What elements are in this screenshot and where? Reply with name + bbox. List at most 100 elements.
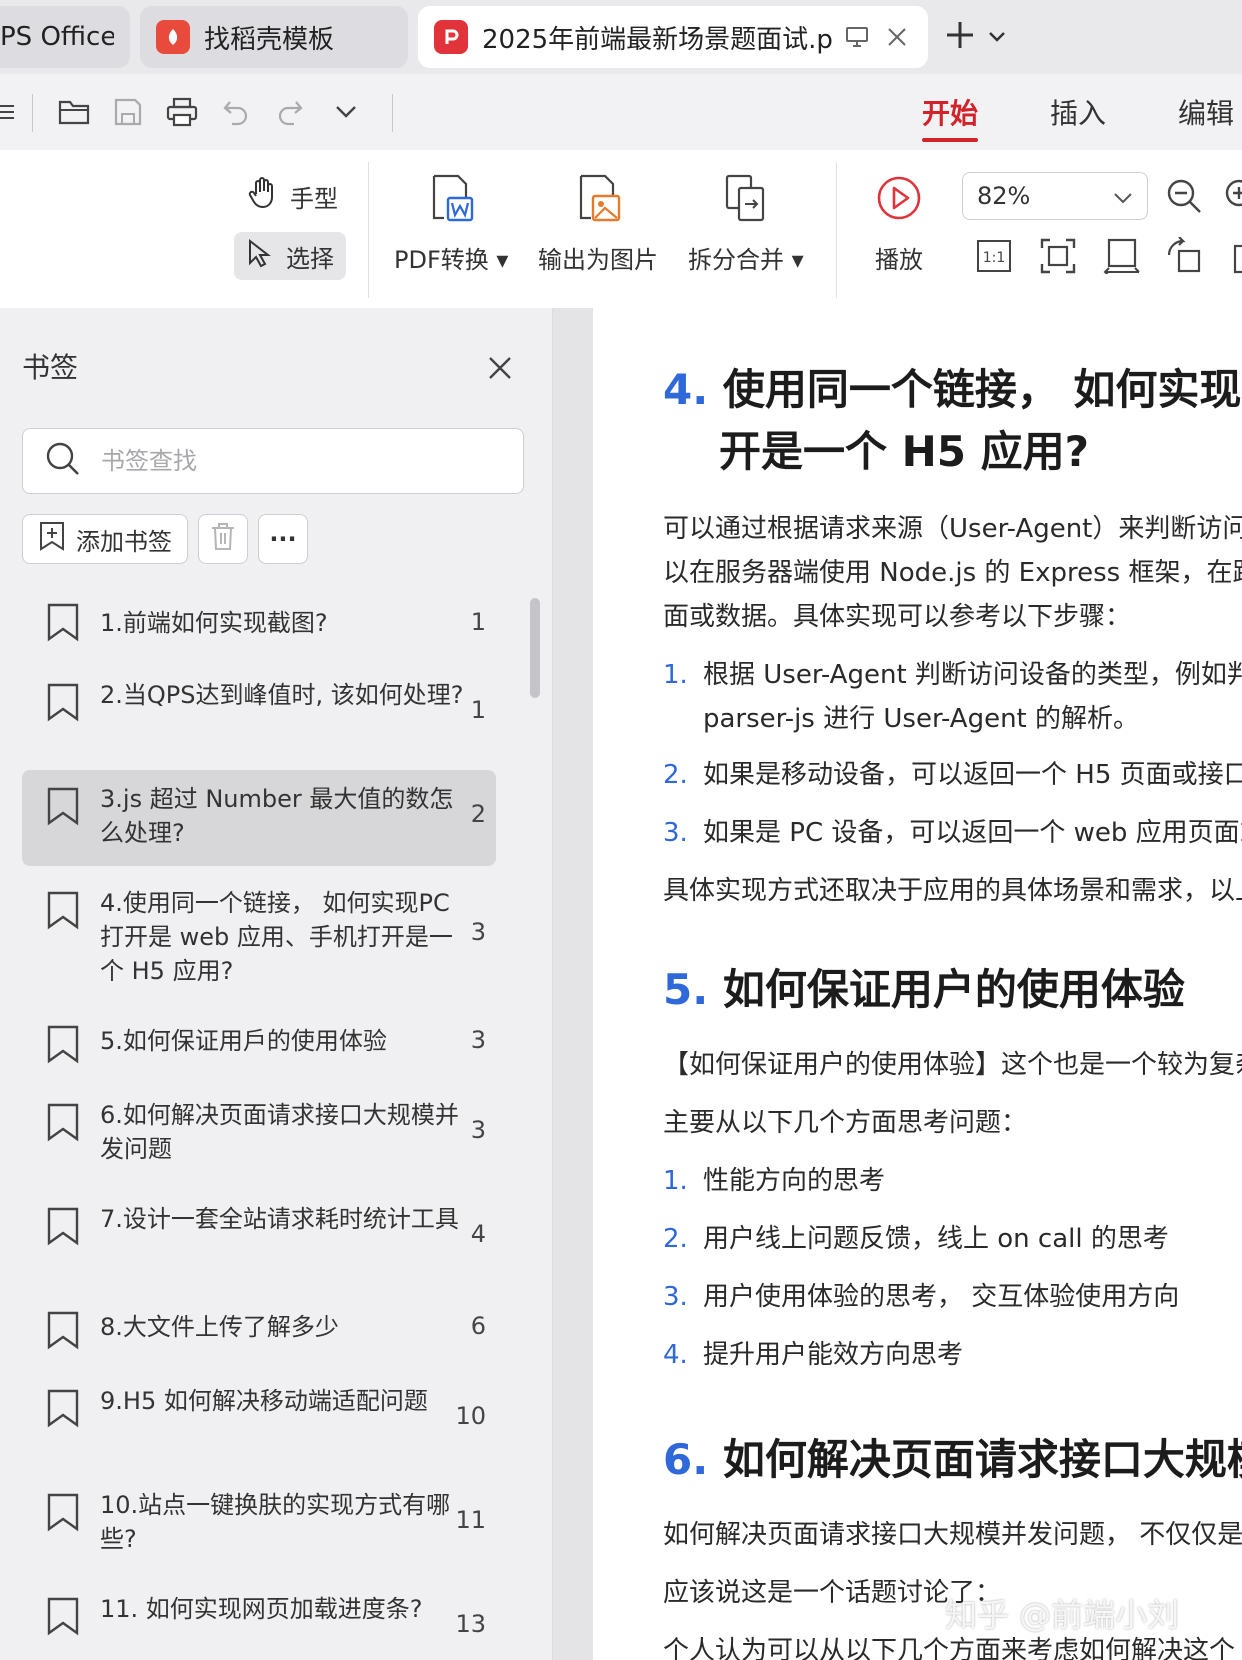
hand-icon xyxy=(246,176,280,216)
bookmark-item[interactable]: 9.H5 如何解决移动端适配问题 10 xyxy=(22,1372,496,1468)
delete-bookmark-button[interactable] xyxy=(198,514,248,564)
bookmark-label: 7.设计一套全站请求耗时统计工具 xyxy=(100,1205,459,1233)
pdf-page: 4. 使用同一个链接， 如何实现PC 打 开是一个 H5 应用? 可以通过根据请… xyxy=(593,308,1242,1660)
tab-label: PS Office xyxy=(0,22,114,52)
bookmark-item[interactable]: 5.如何保证用戶的使用体验 3 xyxy=(22,1008,496,1078)
split-merge-label: 拆分合并 ▾ xyxy=(688,246,804,274)
ribbon-toolbar: 手型 选择 PDF转换 ▾ 输出为图片 拆分合并 ▾ 播放 82% 1:1 xyxy=(0,150,1242,309)
bookmark-page: 10 xyxy=(455,1402,486,1430)
close-tab-icon[interactable] xyxy=(882,22,912,52)
tab-wps-office[interactable]: PS Office xyxy=(0,6,130,68)
bookmark-item[interactable]: 10.站点一键换肤的实现方式有哪些? 11 xyxy=(22,1476,496,1572)
close-panel-icon[interactable] xyxy=(484,352,516,384)
undo-icon[interactable] xyxy=(218,94,254,130)
print-icon[interactable] xyxy=(164,94,200,130)
pdf-convert-button[interactable]: PDF转换 ▾ xyxy=(394,170,508,275)
menu-start[interactable]: 开始 xyxy=(922,92,979,142)
watermark: 知乎 @前端小刘 xyxy=(945,1596,1180,1634)
menu-edit[interactable]: 编辑 xyxy=(1178,92,1234,132)
divider xyxy=(836,162,837,298)
bookmark-page: 11 xyxy=(455,1506,486,1534)
select-tool-label: 选择 xyxy=(286,244,334,273)
monitor-icon[interactable] xyxy=(842,22,872,52)
bookmark-item[interactable]: 6.如何解决页面请求接口大规模并发问题 3 xyxy=(22,1086,496,1182)
rotate-icon[interactable] xyxy=(1164,236,1204,276)
add-bookmark-icon xyxy=(38,521,66,557)
bookmark-page: 13 xyxy=(455,1610,486,1638)
pdf-to-word-icon xyxy=(426,170,476,226)
pdf-app-icon xyxy=(434,20,468,54)
bookmark-label: 10.站点一键换肤的实现方式有哪些? xyxy=(100,1491,451,1553)
save-icon[interactable] xyxy=(110,94,146,130)
bookmark-icon xyxy=(47,1103,79,1142)
plus-icon[interactable] xyxy=(944,19,976,55)
docer-logo-icon xyxy=(156,20,190,54)
tab-pdf-document[interactable]: 2025年前端最新场景题面试.pdf xyxy=(418,6,928,68)
add-bookmark-button[interactable]: 添加书签 xyxy=(22,514,188,564)
bookmark-label: 4.使用同一个链接， 如何实现PC 打开是 web 应用、手机打开是一个 H5 … xyxy=(100,889,453,985)
trash-icon xyxy=(210,521,236,557)
bookmark-item[interactable]: 1.前端如何实现截图? 1 xyxy=(22,586,496,662)
hand-tool-button[interactable]: 手型 xyxy=(234,172,350,220)
chevron-down-icon[interactable] xyxy=(328,94,364,130)
tab-template[interactable]: 找稻壳模板 xyxy=(140,6,408,68)
bookmark-panel: 书签 添加书签 ··· 1.前端如何实现截图? 1 2.当QPS达到峰值时, 该… xyxy=(0,308,553,1660)
play-label: 播放 xyxy=(875,246,923,274)
bookmark-icon xyxy=(47,603,79,642)
tab-label: 2025年前端最新场景题面试.pdf xyxy=(482,24,832,55)
bookmark-label: 2.当QPS达到峰值时, 该如何处理? xyxy=(100,681,464,709)
section-6-heading: 6. 如何解决页面请求接口大规模并 xyxy=(663,1435,1242,1484)
open-folder-icon[interactable] xyxy=(56,94,92,130)
list-item: 2. 用户线上问题反馈，线上 on call 的思考 xyxy=(663,1224,1169,1254)
bookmark-page: 6 xyxy=(470,1312,486,1340)
bookmark-item[interactable]: 3.js 超过 Number 最大值的数怎么处理? 2 xyxy=(22,770,496,866)
hand-tool-label: 手型 xyxy=(290,184,338,213)
pdf-convert-label: PDF转换 ▾ xyxy=(394,246,509,274)
actual-size-icon[interactable]: 1:1 xyxy=(974,236,1014,276)
bookmark-item[interactable]: 4.使用同一个链接， 如何实现PC 打开是 web 应用、手机打开是一个 H5 … xyxy=(22,874,496,1000)
bookmark-icon xyxy=(47,891,79,930)
chevron-down-icon[interactable] xyxy=(988,28,1006,47)
bookmark-item[interactable]: 2.当QPS达到峰值时, 该如何处理? 1 xyxy=(22,666,496,762)
bookmark-label: 9.H5 如何解决移动端适配问题 xyxy=(100,1387,428,1415)
play-button[interactable]: 播放 xyxy=(874,170,924,275)
redo-icon[interactable] xyxy=(272,94,308,130)
more-options-button[interactable]: ··· xyxy=(258,514,308,564)
zoom-in-icon[interactable] xyxy=(1222,176,1242,216)
bookmark-icon xyxy=(47,1597,79,1636)
section-4-heading-line2: 开是一个 H5 应用? xyxy=(719,427,1089,476)
bookmark-icon xyxy=(47,1025,79,1064)
split-merge-button[interactable]: 拆分合并 ▾ xyxy=(688,170,804,275)
select-tool-button[interactable]: 选择 xyxy=(234,232,346,280)
bookmark-label: 11. 如何实现网页加载进度条? xyxy=(100,1595,423,1623)
bookmark-item[interactable]: 8.大文件上传了解多少 6 xyxy=(22,1294,496,1364)
bookmark-icon xyxy=(47,787,79,826)
single-page-icon[interactable] xyxy=(1226,236,1242,276)
new-tab-controls xyxy=(944,16,1006,58)
paragraph: 主要从以下几个方面思考问题： xyxy=(663,1108,1028,1138)
zoom-value: 82% xyxy=(977,182,1031,210)
divider xyxy=(392,94,393,132)
export-image-button[interactable]: 输出为图片 xyxy=(538,170,658,275)
search-icon xyxy=(45,441,81,481)
zoom-select[interactable]: 82% xyxy=(962,172,1148,220)
bookmark-label: 3.js 超过 Number 最大值的数怎么处理? xyxy=(100,785,454,847)
menu-icon[interactable] xyxy=(0,94,22,130)
menu-insert[interactable]: 插入 xyxy=(1050,92,1106,132)
fit-page-icon[interactable] xyxy=(1038,236,1078,276)
list-item: 1. 根据 User-Agent 判断访问设备的类型，例如判断 xyxy=(663,660,1242,690)
zoom-out-icon[interactable] xyxy=(1164,176,1204,216)
bookmark-icon xyxy=(47,1493,79,1532)
more-icon: ··· xyxy=(269,525,297,553)
export-image-label: 输出为图片 xyxy=(538,246,658,274)
tab-bar: PS Office 找稻壳模板 2025年前端最新场景题面试.pdf xyxy=(0,0,1242,74)
fit-width-icon[interactable] xyxy=(1102,236,1142,276)
bookmark-search-input[interactable] xyxy=(99,446,483,476)
sidebar-scrollbar[interactable] xyxy=(530,598,540,698)
list-item: 1. 性能方向的思考 xyxy=(663,1166,886,1196)
list-item: 2. 如果是移动设备，可以返回一个 H5 页面或接口数 xyxy=(663,760,1242,790)
bookmark-item[interactable]: 11. 如何实现网页加载进度条? 13 xyxy=(22,1580,496,1660)
paragraph: 【如何保证用户的使用体验】这个也是一个较为复杂 xyxy=(663,1050,1242,1080)
bookmark-item[interactable]: 7.设计一套全站请求耗时统计工具 4 xyxy=(22,1190,496,1286)
list-item: 3. 用户使用体验的思考， 交互体验使用方向 xyxy=(663,1282,1180,1312)
